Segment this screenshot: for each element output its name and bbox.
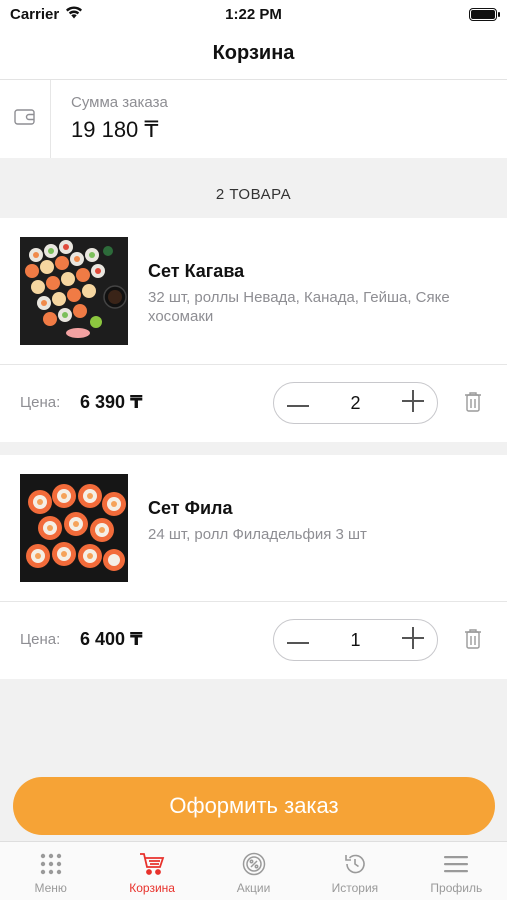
grid-icon bbox=[40, 851, 62, 877]
product-name[interactable]: Сет Фила bbox=[148, 498, 232, 519]
tab-cart[interactable]: Корзина bbox=[101, 842, 202, 900]
trash-icon bbox=[464, 628, 482, 655]
cart-item: Сет Кагава 32 шт, роллы Невада, Канада, … bbox=[0, 218, 507, 442]
status-time: 1:22 PM bbox=[225, 6, 282, 23]
quantity-stepper: 1 bbox=[273, 619, 438, 661]
tab-label: Корзина bbox=[129, 881, 175, 895]
checkout-button-label: Оформить заказ bbox=[169, 793, 339, 818]
decrease-button[interactable] bbox=[274, 620, 322, 660]
tab-label: Меню bbox=[34, 881, 67, 895]
tab-promotions[interactable]: Акции bbox=[203, 842, 304, 900]
plus-icon bbox=[402, 389, 424, 417]
trash-icon bbox=[464, 391, 482, 418]
history-icon bbox=[343, 851, 367, 877]
product-name[interactable]: Сет Кагава bbox=[148, 261, 244, 282]
delete-item-button[interactable] bbox=[462, 628, 484, 655]
order-total-label: Сумма заказа bbox=[71, 94, 168, 111]
checkout-button[interactable]: Оформить заказ bbox=[13, 777, 495, 835]
tab-history[interactable]: История bbox=[304, 842, 405, 900]
tab-label: Акции bbox=[236, 881, 271, 895]
cart-icon bbox=[139, 851, 165, 877]
quantity-value: 1 bbox=[350, 629, 361, 650]
delete-item-button[interactable] bbox=[462, 391, 484, 418]
product-price: 6 400 ₸ bbox=[80, 629, 143, 649]
menu-icon bbox=[444, 851, 469, 877]
product-description: 24 шт, ролл Филадельфия 3 шт bbox=[148, 526, 367, 543]
order-total-value: 19 180 ₸ bbox=[71, 117, 159, 142]
tab-profile[interactable]: Профиль bbox=[406, 842, 507, 900]
tab-label: Профиль bbox=[430, 881, 483, 895]
page-title: Корзина bbox=[212, 42, 295, 64]
cart-item: Сет Фила 24 шт, ролл Филадельфия 3 шт Це… bbox=[0, 455, 507, 679]
minus-icon bbox=[287, 631, 309, 649]
percent-badge-icon bbox=[242, 851, 266, 877]
quantity-stepper: 2 bbox=[273, 382, 438, 424]
product-description: 32 шт, роллы Невада, Канада, Гейша, Сяке… bbox=[148, 289, 450, 325]
status-bar: Carrier 1:22 PM bbox=[0, 0, 507, 28]
product-price: 6 390 ₸ bbox=[80, 392, 143, 412]
product-image-fila bbox=[20, 474, 128, 582]
quantity-value: 2 bbox=[350, 392, 361, 413]
plus-icon bbox=[402, 626, 424, 654]
increase-button[interactable] bbox=[389, 620, 437, 660]
increase-button[interactable] bbox=[389, 383, 437, 423]
product-image-kagava bbox=[20, 237, 128, 345]
tab-menu[interactable]: Меню bbox=[0, 842, 101, 900]
wallet-icon-cell bbox=[0, 80, 51, 158]
tab-bar: Меню Корзина Акции История Профиль bbox=[0, 841, 507, 900]
price-label: Цена: bbox=[20, 631, 61, 648]
minus-icon bbox=[287, 394, 309, 412]
price-label: Цена: bbox=[20, 394, 61, 411]
decrease-button[interactable] bbox=[274, 383, 322, 423]
items-count: 2 ТОВАРА bbox=[215, 185, 292, 203]
wallet-icon bbox=[14, 108, 36, 131]
tab-label: История bbox=[331, 881, 379, 895]
order-summary: Сумма заказа 19 180 ₸ bbox=[0, 80, 507, 158]
navigation-bar: Корзина bbox=[0, 28, 507, 80]
battery-icon bbox=[469, 8, 500, 21]
